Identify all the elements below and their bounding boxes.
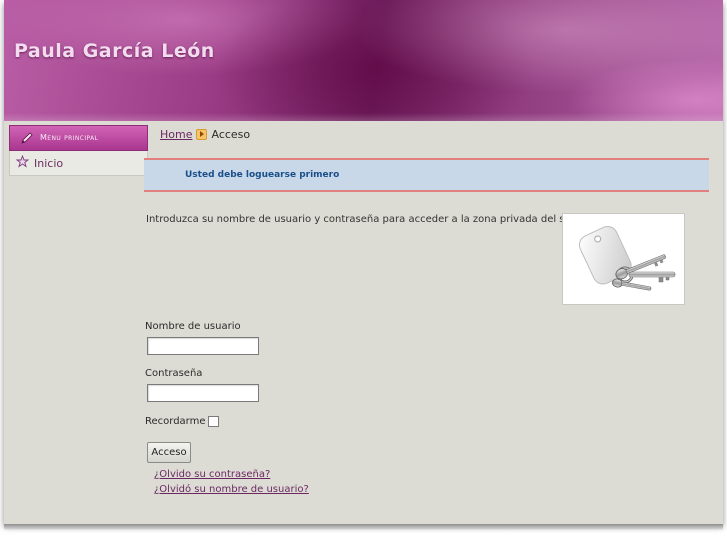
breadcrumb-arrow-icon [196,129,208,140]
page-shadow [4,524,723,530]
site-title: Paula García León [14,40,215,62]
notice-text: Usted debe loguearse primero [185,170,340,180]
keys-icon [578,226,676,291]
main-menu-header: Menu principal [9,125,148,151]
breadcrumb-current: Acceso [211,128,251,141]
star-icon [15,154,30,171]
forgot-password-link[interactable]: ¿Olvido su contraseña? [154,469,270,480]
keys-image [562,213,685,305]
breadcrumb: Home Acceso [160,128,250,141]
forgot-username-link[interactable]: ¿Olvidó su nombre de usuario? [154,484,309,495]
breadcrumb-home-link[interactable]: Home [160,128,192,141]
username-label: Nombre de usuario [145,321,241,332]
pencil-icon [20,131,34,145]
main-menu-title: Menu principal [40,133,99,142]
remember-me-label: Recordarme [145,416,206,427]
sidebar-item-label: Inicio [34,156,64,170]
sidebar: Menu principal Inicio [9,125,148,176]
password-label: Contraseña [145,368,203,379]
username-input[interactable] [147,337,259,355]
remember-me-checkbox[interactable] [208,416,219,427]
login-intro-text: Introduzca su nombre de usuario y contra… [146,214,581,225]
password-input[interactable] [147,384,259,402]
login-required-notice: Usted debe loguearse primero [144,158,709,192]
login-submit-button[interactable]: Acceso [147,442,191,463]
site-header: Paula García León [4,0,723,121]
sidebar-item-inicio[interactable]: Inicio [9,151,148,176]
